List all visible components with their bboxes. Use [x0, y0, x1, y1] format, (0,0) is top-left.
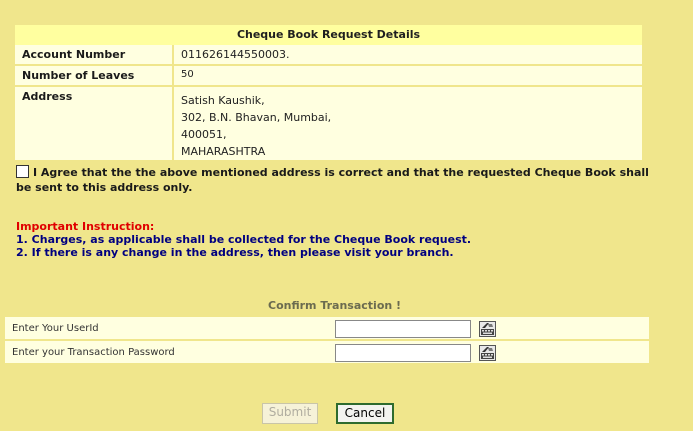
cancel-button[interactable]: Cancel [336, 403, 394, 424]
password-input-cell [332, 340, 649, 365]
virtual-keyboard-icon[interactable] [479, 320, 497, 337]
instruction-line-2: 2. If there is any change in the address… [16, 246, 454, 259]
transaction-password-input[interactable] [335, 343, 471, 362]
account-number-row: Account Number 011626144550003. [15, 45, 642, 66]
address-line-4: MAHARASHTRA [181, 145, 266, 158]
submit-button[interactable]: Submit [262, 403, 318, 424]
address-label: Address [15, 86, 174, 160]
address-row: Address Satish Kaushik, 302, B.N. Bhavan… [15, 86, 642, 160]
address-line-3: 400051, [181, 128, 227, 141]
important-instructions: Important Instruction: 1. Charges, as ap… [16, 220, 471, 259]
leaves-row: Number of Leaves 50 [15, 65, 642, 87]
address-value: Satish Kaushik, 302, B.N. Bhavan, Mumbai… [173, 86, 642, 160]
userid-row: Enter Your UserId [5, 317, 649, 341]
agreement-text: I Agree that the the above mentioned add… [16, 166, 649, 194]
instructions-heading: Important Instruction: [16, 220, 155, 233]
confirm-transaction-title: Confirm Transaction ! [268, 299, 402, 312]
leaves-value: 50 [173, 65, 642, 87]
account-number-value: 011626144550003. [173, 45, 642, 66]
address-line-2: 302, B.N. Bhavan, Mumbai, [181, 111, 332, 124]
details-title: Cheque Book Request Details [15, 25, 642, 45]
address-line-1: Satish Kaushik, [181, 94, 265, 107]
password-label: Enter your Transaction Password [5, 340, 332, 365]
agreement-block: I Agree that the the above mentioned add… [16, 165, 656, 195]
cheque-details-table: Cheque Book Request Details Account Numb… [15, 25, 642, 160]
password-row: Enter your Transaction Password [5, 340, 649, 365]
leaves-label: Number of Leaves [15, 65, 174, 87]
agree-checkbox[interactable] [16, 165, 29, 178]
userid-label: Enter Your UserId [5, 317, 332, 341]
account-number-label: Account Number [15, 45, 174, 66]
userid-input-cell [332, 317, 649, 341]
virtual-keyboard-icon[interactable] [479, 344, 497, 361]
userid-input[interactable] [335, 319, 471, 338]
confirm-transaction-table: Enter Your UserId Enter your Transaction… [5, 317, 649, 365]
instruction-line-1: 1. Charges, as applicable shall be colle… [16, 233, 472, 246]
